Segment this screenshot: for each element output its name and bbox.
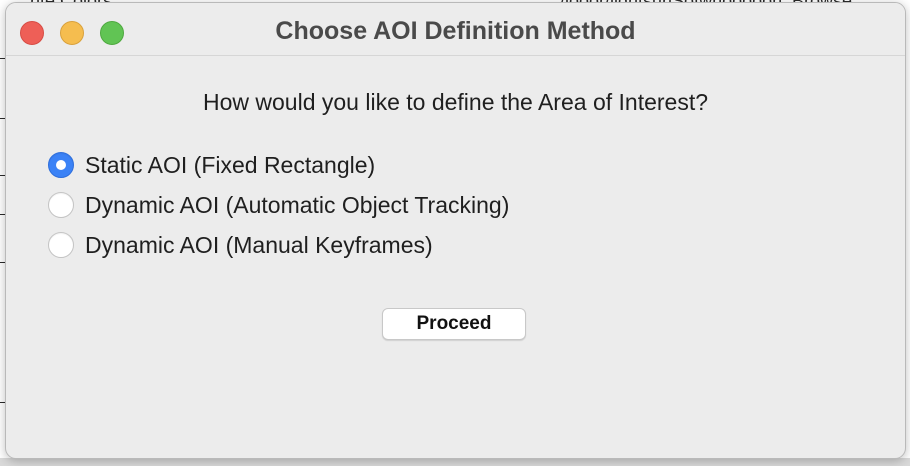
window-title: Choose AOI Definition Method (275, 17, 636, 45)
aoi-method-dialog: Choose AOI Definition Method How would y… (5, 2, 906, 459)
radio-button[interactable] (48, 192, 74, 218)
option-label[interactable]: Dynamic AOI (Automatic Object Tracking) (85, 192, 509, 219)
aoi-method-radio-group: Static AOI (Fixed Rectangle) Dynamic AOI… (48, 145, 509, 265)
proceed-button[interactable]: Proceed (382, 308, 526, 340)
title-bar[interactable]: Choose AOI Definition Method (6, 3, 905, 56)
option-label[interactable]: Static AOI (Fixed Rectangle) (85, 152, 375, 179)
option-dynamic-aoi-keyframes[interactable]: Dynamic AOI (Manual Keyframes) (48, 225, 509, 265)
radio-button-selected[interactable] (48, 152, 74, 178)
option-label[interactable]: Dynamic AOI (Manual Keyframes) (85, 232, 433, 259)
background-strip (0, 458, 910, 466)
option-static-aoi[interactable]: Static AOI (Fixed Rectangle) (48, 145, 509, 185)
dialog-question: How would you like to define the Area of… (202, 89, 709, 115)
option-dynamic-aoi-tracking[interactable]: Dynamic AOI (Automatic Object Tracking) (48, 185, 509, 225)
radio-button[interactable] (48, 232, 74, 258)
